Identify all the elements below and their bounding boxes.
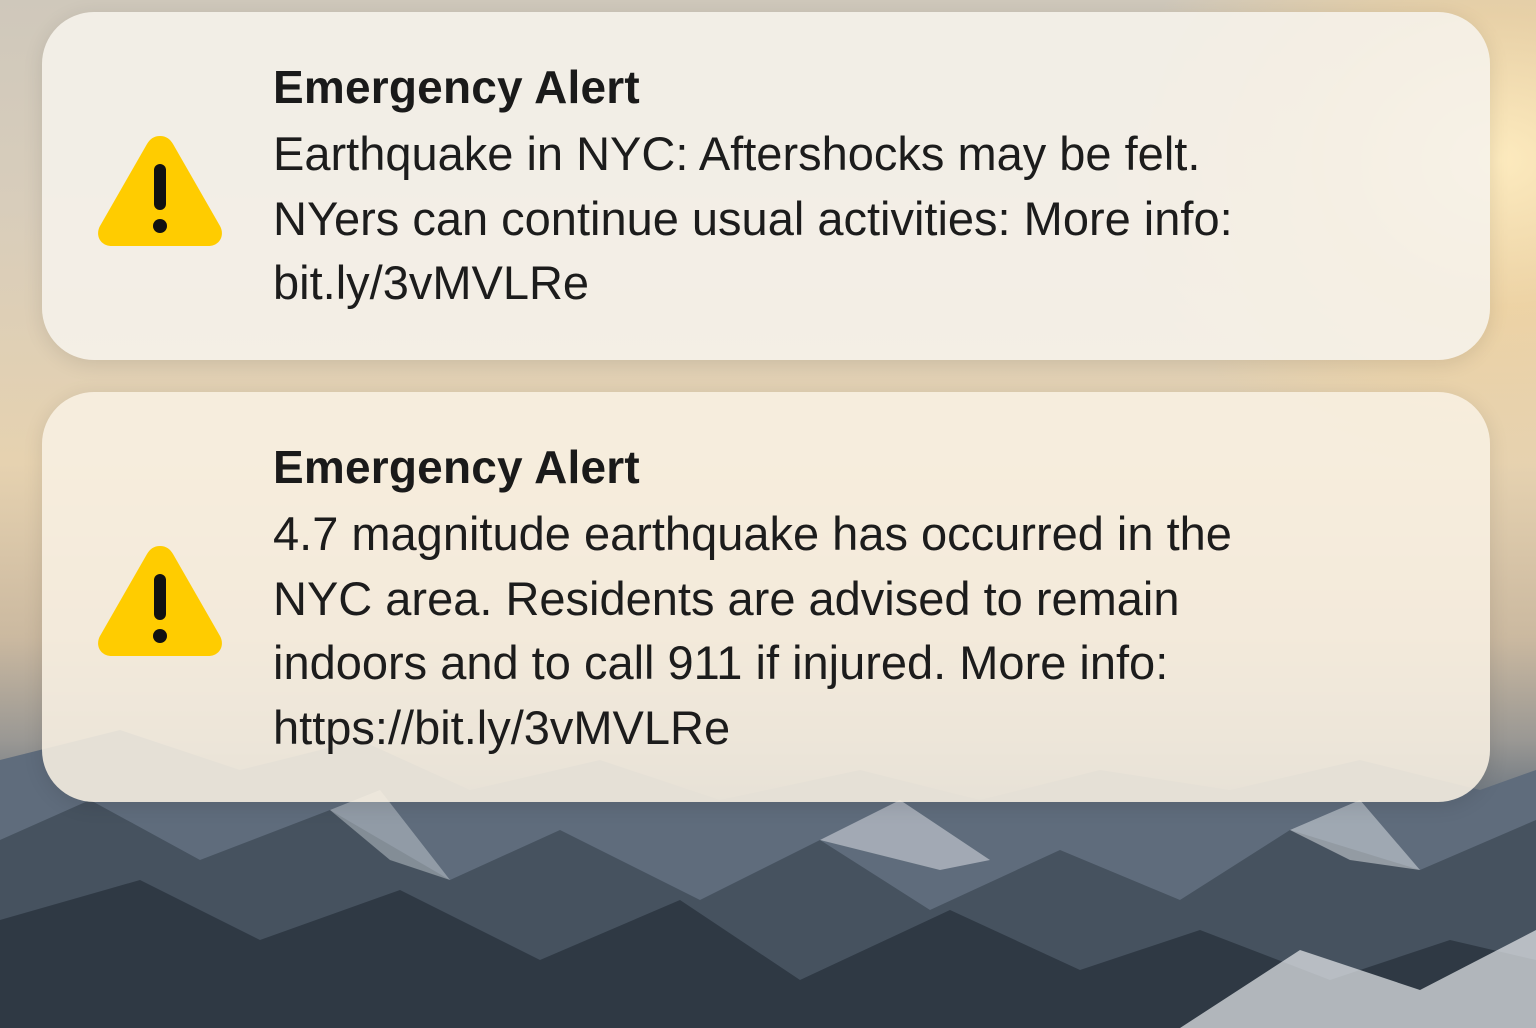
- emergency-alert-notification[interactable]: Emergency Alert Earthquake in NYC: After…: [42, 12, 1490, 360]
- warning-triangle-icon: [98, 546, 222, 656]
- emergency-alert-notification[interactable]: Emergency Alert 4.7 magnitude earthquake…: [42, 392, 1490, 802]
- notification-title: Emergency Alert: [273, 441, 640, 493]
- warning-triangle-icon: [98, 136, 222, 246]
- notification-message: Earthquake in NYC: Aftershocks may be fe…: [273, 127, 1233, 309]
- notification-message: 4.7 magnitude earthquake has occurred in…: [273, 507, 1232, 754]
- notification-title: Emergency Alert: [273, 61, 640, 113]
